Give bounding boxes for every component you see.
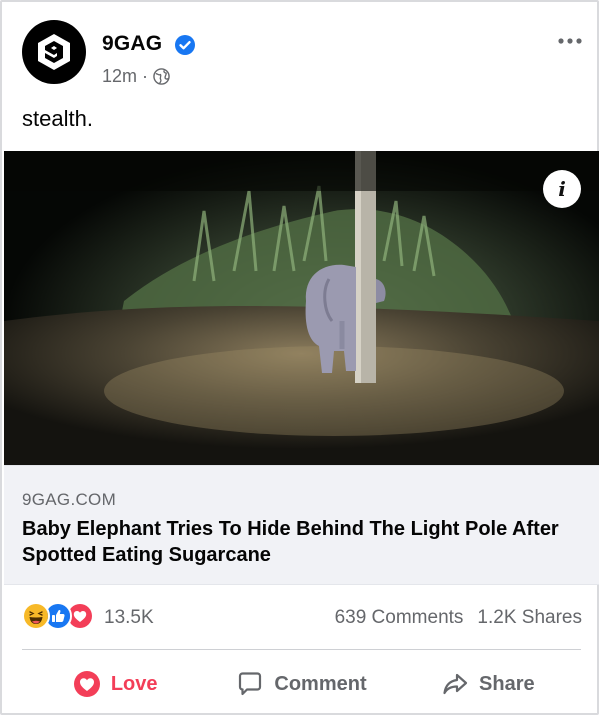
comment-button[interactable]: Comment <box>208 662 394 706</box>
shares-count[interactable]: 1.2K Shares <box>477 607 582 629</box>
page-name[interactable]: 9GAG <box>102 32 162 56</box>
meta-separator: · <box>142 66 149 86</box>
haha-reaction-icon <box>22 602 50 630</box>
more-options-icon[interactable] <box>557 36 583 46</box>
action-bar: Love Comment Share <box>22 662 581 706</box>
post-card: 9GAG 12m · stealth. i 9GAG.COM Baby Elep… <box>0 0 599 715</box>
comment-label: Comment <box>274 672 367 695</box>
reaction-count[interactable]: 13.5K <box>104 607 154 629</box>
comments-count[interactable]: 639 Comments <box>335 607 464 629</box>
divider <box>22 649 581 650</box>
share-icon <box>443 673 468 695</box>
link-headline[interactable]: Baby Elephant Tries To Hide Behind The L… <box>22 516 587 568</box>
post-time[interactable]: 12m <box>102 66 137 87</box>
love-heart-icon <box>73 671 100 697</box>
post-stats: 13.5K 639 Comments 1.2K Shares <box>22 602 582 634</box>
engagement-counts: 639 Comments 1.2K Shares <box>335 607 582 629</box>
link-preview[interactable]: 9GAG.COM Baby Elephant Tries To Hide Beh… <box>4 465 599 585</box>
post-image[interactable]: i <box>4 151 599 465</box>
post-caption: stealth. <box>22 106 93 131</box>
comment-icon <box>239 672 262 696</box>
love-button[interactable]: Love <box>22 662 208 706</box>
post-header: 9GAG 12m · <box>22 20 582 92</box>
love-label: Love <box>110 672 158 695</box>
link-domain: 9GAG.COM <box>22 490 117 509</box>
9gag-logo-icon <box>38 34 70 70</box>
share-button[interactable]: Share <box>395 662 581 706</box>
share-label: Share <box>479 672 535 695</box>
avatar[interactable] <box>22 20 86 84</box>
elephant-photo <box>4 151 599 465</box>
post-meta: 12m · <box>102 66 170 87</box>
reaction-icons[interactable] <box>22 602 94 632</box>
verified-badge-icon <box>175 35 195 55</box>
info-icon[interactable]: i <box>543 170 581 208</box>
globe-icon <box>153 68 170 85</box>
